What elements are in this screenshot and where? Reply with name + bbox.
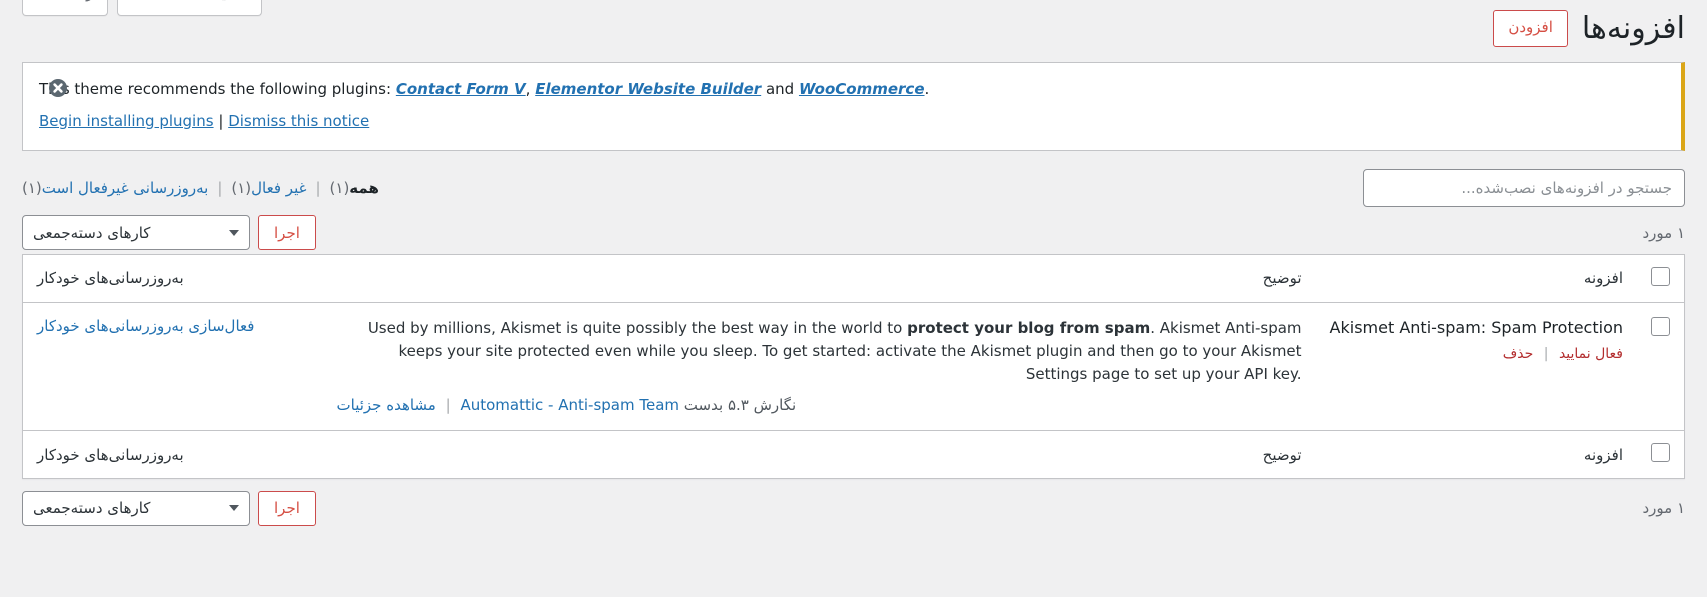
- dismiss-notice-link[interactable]: Dismiss this notice: [228, 112, 369, 130]
- plugin-author-prefix: بدست: [683, 396, 724, 415]
- table-row: Akismet Anti-spam: Spam Protection فعال …: [23, 302, 1685, 431]
- notice-plugin-link-contact-form[interactable]: Contact Form V: [396, 80, 526, 98]
- plugin-autoupdate-cell: فعال‌سازی به‌روزرسانی‌های خودکار: [23, 302, 323, 431]
- select-all-checkbox-bottom[interactable]: [1651, 443, 1670, 463]
- table-header-row: افزونه توضیح به‌روزرسانی‌های خودکار: [22, 254, 1685, 303]
- column-header-description: توضیح: [322, 254, 1316, 303]
- filter-link-inactive[interactable]: غیر فعال: [251, 179, 306, 197]
- select-all-header-bottom: [1637, 430, 1685, 479]
- bulk-action-select-top[interactable]: کارهای دسته‌جمعی: [22, 215, 250, 250]
- plugin-version: نگارش ۵.۳: [727, 396, 797, 415]
- page-header: افزونه‌ها افزودن: [22, 0, 1685, 48]
- plugins-table-head: افزونه توضیح به‌روزرسانی‌های خودکار: [22, 254, 1685, 303]
- chevron-down-icon: ▼: [138, 0, 146, 1]
- filter-separator: |: [217, 178, 223, 197]
- add-new-plugin-button[interactable]: افزودن: [1493, 10, 1568, 47]
- displaying-num-top: ۱ مورد: [1642, 223, 1685, 242]
- notice-link-separator: |: [218, 111, 224, 130]
- notice-plugin-link-elementor[interactable]: Elementor Website Builder: [535, 80, 761, 98]
- filter-count-autoupdate-disabled: (۱): [22, 178, 42, 197]
- displaying-num-bottom: ۱ مورد: [1642, 499, 1685, 518]
- column-footer-description: توضیح: [322, 430, 1316, 479]
- row-action-separator: |: [1543, 345, 1549, 362]
- search-box: [1363, 168, 1685, 207]
- auto-updates: فعال‌سازی به‌روزرسانی‌های خودکار: [37, 317, 309, 335]
- column-header-plugin: افزونه: [1315, 254, 1637, 303]
- bulk-actions-bottom: اجرا کارهای دسته‌جمعی: [22, 490, 316, 526]
- begin-installing-plugins-link[interactable]: Begin installing plugins: [39, 112, 214, 130]
- column-header-autoupdate: به‌روزرسانی‌های خودکار: [22, 254, 323, 303]
- filter-link-autoupdate-disabled[interactable]: به‌روزرسانی غیرفعال است: [42, 179, 209, 197]
- plugin-description: Used by millions, Akismet is quite possi…: [337, 317, 1302, 387]
- plugins-admin-page: تنظیمات صفحه ▼ راهنما ▼ افزونه‌ها افزودن…: [0, 0, 1707, 597]
- plugins-table-body: Akismet Anti-spam: Spam Protection فعال …: [23, 302, 1685, 431]
- bulk-action-select-bottom[interactable]: کارهای دسته‌جمعی: [22, 490, 250, 526]
- plugin-recommendation-notice: This theme recommends the following plug…: [22, 62, 1685, 151]
- column-footer-plugin: افزونه: [1315, 430, 1637, 479]
- notice-conjunction: and: [761, 80, 799, 98]
- select-all-checkbox-top[interactable]: [1651, 266, 1670, 286]
- row-select-checkbox[interactable]: [1651, 316, 1670, 336]
- chevron-down-icon: [229, 229, 239, 236]
- bulk-actions-top: اجرا کارهای دسته‌جمعی: [22, 215, 316, 250]
- plugin-meta-separator: |: [445, 396, 451, 415]
- table-footer-row: افزونه توضیح به‌روزرسانی‌های خودکار: [22, 430, 1685, 479]
- notice-recommendation-line: This theme recommends the following plug…: [39, 77, 1665, 102]
- plugin-author-link[interactable]: Automattic - Anti-spam Team: [460, 396, 679, 414]
- tablenav-bottom: ۱ مورد اجرا کارهای دسته‌جمعی: [22, 489, 1685, 527]
- chevron-down-icon: ▼: [43, 0, 51, 1]
- screen-options-tab[interactable]: تنظیمات صفحه ▼: [117, 0, 263, 16]
- notice-suffix: .: [924, 80, 930, 98]
- tablenav-top: ۱ مورد اجرا کارهای دسته‌جمعی: [22, 214, 1685, 252]
- chevron-down-icon: [229, 505, 239, 512]
- plugin-description-highlight: protect your blog from spam: [907, 318, 1151, 337]
- plugin-description-cell: Used by millions, Akismet is quite possi…: [323, 302, 1316, 431]
- row-checkbox-cell: [1637, 302, 1685, 431]
- help-tab[interactable]: راهنما ▼: [22, 0, 109, 16]
- notice-action-line: Begin installing plugins | Dismiss this …: [39, 109, 1665, 134]
- delete-plugin-link[interactable]: حذف: [1503, 346, 1534, 362]
- list-nav-row: همه (۱) | غیر فعال (۱) | به‌روزرسانی غیر…: [22, 168, 1685, 207]
- notice-prefix: This theme recommends the following plug…: [39, 80, 396, 98]
- filter-item-inactive: غیر فعال (۱) |: [208, 179, 306, 197]
- apply-bulk-action-button-bottom[interactable]: اجرا: [258, 490, 316, 526]
- search-input[interactable]: [1363, 168, 1685, 207]
- apply-bulk-action-button-top[interactable]: اجرا: [258, 215, 316, 250]
- plugin-title: Akismet Anti-spam: Spam Protection: [1329, 317, 1623, 337]
- plugins-table: افزونه توضیح به‌روزرسانی‌های خودکار Akis…: [22, 253, 1685, 480]
- notice-comma: ,: [525, 80, 536, 98]
- column-footer-autoupdate: به‌روزرسانی‌های خودکار: [22, 430, 323, 479]
- screen-options-tab-label: تنظیمات صفحه: [152, 0, 248, 2]
- filter-item-autoupdate-disabled: به‌روزرسانی غیرفعال است (۱): [22, 179, 208, 197]
- filter-count-all: (۱): [329, 178, 350, 197]
- enable-auto-updates-link[interactable]: فعال‌سازی به‌روزرسانی‌های خودکار: [37, 317, 254, 335]
- plugin-row-actions: فعال نمایید | حذف: [1330, 346, 1623, 362]
- filter-count-inactive: (۱): [231, 178, 252, 197]
- filter-separator: |: [315, 178, 321, 197]
- filter-item-all: همه (۱) |: [306, 179, 378, 197]
- screen-meta-links: تنظیمات صفحه ▼ راهنما ▼: [22, 0, 263, 16]
- activate-plugin-link[interactable]: فعال نمایید: [1559, 346, 1623, 362]
- plugin-description-part1: Used by millions, Akismet is quite possi…: [367, 318, 908, 337]
- bulk-action-select-bottom-value: کارهای دسته‌جمعی: [33, 499, 151, 518]
- plugins-table-foot: افزونه توضیح به‌روزرسانی‌های خودکار: [22, 430, 1685, 479]
- plugin-details-link[interactable]: مشاهده جزئیات: [337, 396, 436, 414]
- content-wrap: افزونه‌ها افزودن This theme recommends t…: [0, 0, 1707, 527]
- plugin-name-cell: Akismet Anti-spam: Spam Protection فعال …: [1316, 302, 1637, 431]
- filter-link-all[interactable]: همه: [349, 179, 379, 197]
- bulk-action-select-top-value: کارهای دسته‌جمعی: [33, 223, 151, 242]
- close-circle-icon[interactable]: [47, 77, 69, 99]
- plugin-status-filters: همه (۱) | غیر فعال (۱) | به‌روزرسانی غیر…: [22, 179, 379, 197]
- help-tab-label: راهنما: [56, 0, 93, 2]
- select-all-header-top: [1637, 254, 1685, 303]
- notice-plugin-link-woocommerce[interactable]: WooCommerce: [799, 80, 925, 98]
- page-title: افزونه‌ها: [1581, 11, 1685, 46]
- plugin-meta: نگارش ۵.۳ بدست Automattic - Anti-spam Te…: [337, 396, 1302, 414]
